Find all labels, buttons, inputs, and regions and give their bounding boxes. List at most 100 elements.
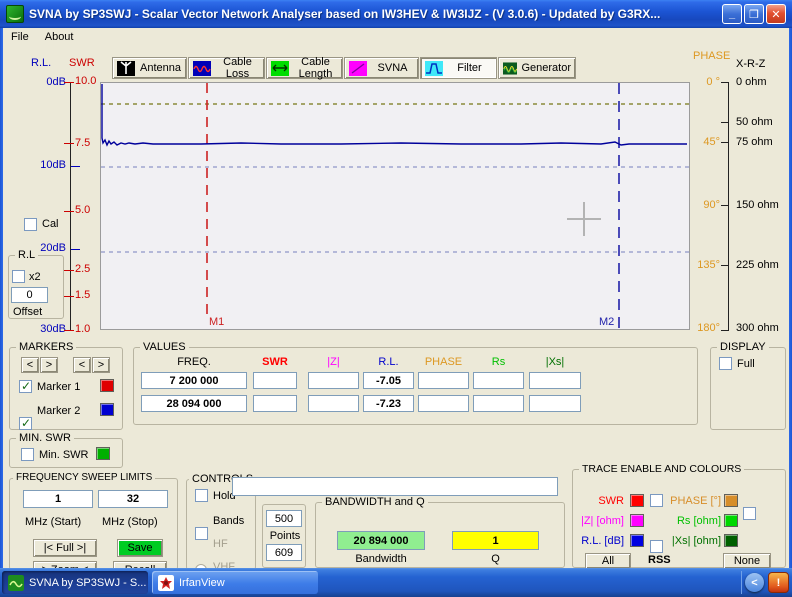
points-input[interactable]: 500 [266,510,302,527]
cable-loss-button[interactable]: Cable Loss [188,57,265,79]
tray-divider [741,571,742,594]
minimize-button[interactable]: _ [722,4,742,24]
trace-rs-swatch[interactable] [724,514,738,527]
trace-phase-swatch[interactable] [724,494,738,507]
rl-axis-header: R.L. [31,57,51,69]
right-tickmark [721,330,729,331]
marker1-checkbox[interactable] [19,380,32,393]
trace-z-label: |Z| [ohm] [573,515,624,527]
bands-checkbox[interactable] [195,527,208,540]
trace-all-button[interactable]: All [585,553,631,569]
trace-phase-checkbox[interactable] [743,507,756,520]
swr-tickmark [64,143,74,144]
marker1-prev-button[interactable]: < [21,357,39,373]
values-header-freq: FREQ. [141,356,247,368]
security-alert-icon[interactable]: ! [768,572,789,593]
marker2-color-swatch[interactable] [100,403,114,416]
menu-file[interactable]: File [11,31,29,43]
marker2-label[interactable]: M2 [599,316,614,328]
swr-tick-2-5: 2.5 [75,263,90,275]
antenna-button[interactable]: Antenna [112,57,187,79]
values-header-xs: |Xs| [529,356,581,368]
taskbar-task-svna[interactable]: SVNA by SP3SWJ - S... [2,571,148,594]
generator-button[interactable]: Generator [498,57,576,79]
return-loss-trace [102,84,687,145]
phase-value-m1 [418,372,469,389]
rs-value-m1 [473,372,524,389]
freq-value-m1[interactable]: 7 200 000 [141,372,247,389]
trace-none-button[interactable]: None [723,553,771,569]
cal-checkbox[interactable] [24,218,37,231]
bandwidth-group: BANDWIDTH and Q 20 894 000 Bandwidth 1 Q [315,502,565,568]
freq-value-m2[interactable]: 28 094 000 [141,395,247,412]
marker2-prev-button[interactable]: < [73,357,91,373]
marker2-next-button[interactable]: > [92,357,110,373]
x2-checkbox[interactable] [12,270,25,283]
antenna-button-label: Antenna [139,62,182,74]
trace-z-swatch[interactable] [630,514,644,527]
marker2-label-text: Marker 2 [37,405,80,417]
full-span-button[interactable]: |< Full >| [33,539,97,557]
taskbar-task-irfanview[interactable]: IrfanView [152,571,318,594]
swr-tick-1: 1.0 [75,323,90,335]
q-label: Q [452,553,539,565]
tray-chevron-button[interactable]: < [745,573,764,592]
swr-tickmark [64,82,74,83]
trace-swr-swatch[interactable] [630,494,644,507]
hold-checkbox[interactable] [195,489,208,502]
rs-value-m2 [473,395,524,412]
offset-label: Offset [13,306,42,318]
ohm-tick-75: 75 ohm [736,136,773,148]
swr-tick-1-5: 1.5 [75,289,90,301]
values-header-rs: Rs [473,356,524,368]
marker1-next-button[interactable]: > [40,357,58,373]
bandwidth-title: BANDWIDTH and Q [322,496,428,508]
title-bar: SVNA by SP3SWJ - Scalar Vector Network A… [0,0,792,28]
start-freq-label: MHz (Start) [25,516,81,528]
menu-bar: File About [3,28,789,46]
marker1-label-text: Marker 1 [37,381,80,393]
full-checkbox[interactable] [719,357,732,370]
points-label: Points [263,530,307,542]
marker1-color-swatch[interactable] [100,379,114,392]
taskbar-task-svna-label: SVNA by SP3SWJ - S... [29,577,146,589]
generator-icon [503,61,517,76]
z-value-m2 [308,395,359,412]
min-swr-color-swatch[interactable] [96,447,110,460]
trace-xs-swatch[interactable] [724,534,738,547]
filter-button[interactable]: Filter [420,57,497,79]
save-button[interactable]: Save [117,539,163,557]
stop-freq-label: MHz (Stop) [102,516,158,528]
z-value-m1 [308,372,359,389]
close-button[interactable]: ✕ [766,4,786,24]
right-tickmark [721,142,729,143]
phase-value-m2 [418,395,469,412]
trace-rl-label: R.L. [dB] [573,535,624,547]
sweep-plot[interactable]: M1 M2 [100,82,690,330]
maximize-button[interactable]: ❐ [744,4,764,24]
filter-icon [425,61,443,76]
start-freq-input[interactable]: 1 [23,490,93,508]
cable-length-button[interactable]: Cable Length [266,57,343,79]
sweep-limits-title: FREQUENCY SWEEP LIMITS [13,472,155,483]
steps-input[interactable]: 609 [266,544,302,561]
command-input[interactable] [232,477,558,496]
svna-button[interactable]: SVNA [344,57,419,79]
svna-button-label: SVNA [371,62,414,74]
window-border-left [0,28,3,568]
ohm-tick-0: 0 ohm [736,76,767,88]
crosshair-cursor [567,202,601,236]
offset-input[interactable]: 0 [11,287,48,303]
markers-group: MARKERS < > < > Marker 1 Marker 2 [9,347,123,430]
trace-colours-title: TRACE ENABLE AND COLOURS [579,463,744,475]
cable-loss-button-label: Cable Loss [215,56,260,80]
stop-freq-input[interactable]: 32 [98,490,168,508]
marker1-label[interactable]: M1 [209,316,224,328]
q-value: 1 [452,531,539,550]
min-swr-label: Min. SWR [39,449,89,461]
menu-about[interactable]: About [45,31,74,43]
marker2-checkbox[interactable] [19,417,32,430]
min-swr-checkbox[interactable] [21,448,34,461]
swr-tick-10: 10.0 [75,75,96,87]
trace-rl-swatch[interactable] [630,534,644,547]
